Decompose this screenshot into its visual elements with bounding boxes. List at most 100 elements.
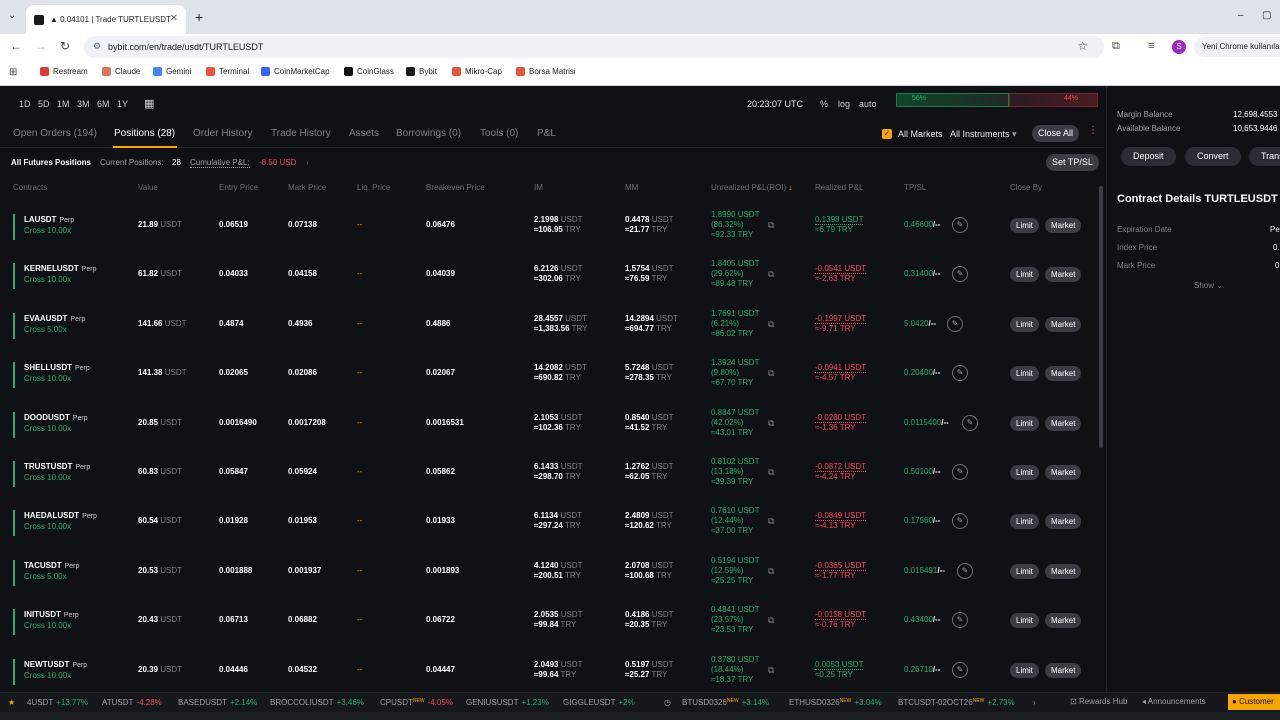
reload-icon[interactable]: ↻	[60, 39, 70, 53]
close-all-button[interactable]: Close All	[1032, 125, 1080, 142]
maximize-icon[interactable]: ▢	[1262, 10, 1271, 21]
limit-close-button[interactable]: Limit	[1010, 267, 1039, 283]
contract-cell[interactable]: DOODUSDT Perp Cross 10.00x	[24, 413, 88, 434]
site-info-icon[interactable]: ⚙	[93, 41, 101, 52]
tpsl-cell[interactable]: 0.43400/--	[904, 615, 940, 625]
market-close-button[interactable]: Market	[1045, 218, 1082, 233]
bookmark-borsa-matrisi[interactable]: Borsa Matrisi	[516, 67, 576, 76]
show-more-toggle[interactable]: Show ⌄	[1194, 281, 1223, 290]
contract-cell[interactable]: LAUSDT Perp Cross 10.00x	[24, 215, 74, 236]
bookmark-claude[interactable]: Claude	[102, 67, 140, 76]
chevron-right-icon[interactable]: ›	[306, 158, 309, 167]
extensions-icon[interactable]: ⧉	[1112, 40, 1120, 53]
leverage-label[interactable]: Cross 10.00x	[24, 522, 71, 531]
back-icon[interactable]: ←	[10, 39, 22, 53]
market-close-button[interactable]: Market	[1045, 563, 1082, 579]
contract-symbol[interactable]: SHELLUSDT	[24, 363, 72, 372]
market-close-button[interactable]: Market	[1045, 465, 1082, 480]
ticker-item[interactable]: BTCUSDT-02OCT26NEW +2.73%	[898, 698, 1015, 707]
realized-pnl-cell[interactable]: -0.0872 USDT ≈-4.24 TRY	[815, 462, 867, 482]
timeframe-3m[interactable]: 3M	[77, 99, 90, 109]
cumulative-pnl-value[interactable]: -8.50 USD	[259, 158, 296, 167]
edit-tpsl-icon[interactable]: ✎	[962, 414, 978, 431]
minimize-icon[interactable]: –	[1238, 10, 1244, 21]
all-futures-positions[interactable]: All Futures Positions	[11, 158, 91, 167]
apps-grid-icon[interactable]: ⊞	[9, 67, 17, 78]
col-value[interactable]: Value	[138, 183, 158, 192]
edit-tpsl-icon[interactable]: ✎	[952, 217, 968, 233]
utc-clock[interactable]: 20:23:07 UTC	[747, 99, 803, 109]
edit-tpsl-icon[interactable]: ✎	[947, 315, 963, 332]
contract-cell[interactable]: INITUSDT Perp Cross 10.00x	[24, 610, 79, 631]
tab-tools[interactable]: Tools (0)	[480, 128, 518, 139]
tab-open-orders[interactable]: Open Orders (194)	[13, 128, 97, 139]
convert-button[interactable]: Convert	[1185, 147, 1241, 166]
tab-pnl[interactable]: P&L	[537, 128, 556, 139]
media-icon[interactable]: ≡	[1148, 40, 1154, 52]
edit-tpsl-icon[interactable]: ✎	[952, 513, 968, 530]
limit-close-button[interactable]: Limit	[1010, 316, 1039, 332]
realized-pnl-cell[interactable]: 0.1398 USDT ≈6.79 TRY	[815, 215, 864, 235]
contract-cell[interactable]: NEWTUSDT Perp Cross 10.00x	[24, 660, 87, 681]
share-pnl-icon[interactable]: ⧉	[768, 269, 774, 280]
leverage-label[interactable]: Cross 10.00x	[24, 226, 71, 235]
leverage-label[interactable]: Cross 10.00x	[24, 671, 71, 680]
timeframe-1d[interactable]: 1D	[19, 99, 31, 109]
limit-close-button[interactable]: Limit	[1010, 366, 1039, 382]
contract-symbol[interactable]: NEWTUSDT	[24, 660, 69, 669]
market-close-button[interactable]: Market	[1045, 267, 1082, 283]
share-pnl-icon[interactable]: ⧉	[768, 566, 774, 577]
realized-pnl-cell[interactable]: -0.0849 USDT ≈-4.13 TRY	[815, 511, 867, 531]
share-pnl-icon[interactable]: ⧉	[768, 418, 774, 429]
limit-close-button[interactable]: Limit	[1010, 563, 1039, 579]
contract-symbol[interactable]: HAEDALUSDT	[24, 511, 79, 520]
col-unrealized-pnl[interactable]: Unrealized P&L(ROI) ↓	[711, 183, 792, 192]
market-close-button[interactable]: Market	[1045, 662, 1082, 678]
leverage-label[interactable]: Cross 10.00x	[24, 374, 71, 383]
percent-toggle[interactable]: %	[820, 99, 828, 109]
tpsl-cell[interactable]: 5.0420/--	[904, 319, 936, 329]
ticker-item[interactable]: GENIUSUSDT +1.23%	[466, 698, 549, 707]
realized-pnl-cell[interactable]: -0.0365 USDT ≈-1.77 TRY	[815, 560, 867, 581]
contract-cell[interactable]: TRUSTUSDT Perp Cross 10.00x	[24, 462, 90, 483]
limit-close-button[interactable]: Limit	[1010, 613, 1039, 629]
leverage-label[interactable]: Cross 10.00x	[24, 621, 71, 630]
leverage-label[interactable]: Cross 10.00x	[24, 424, 71, 433]
tab-order-history[interactable]: Order History	[193, 128, 252, 139]
share-pnl-icon[interactable]: ⧉	[768, 220, 774, 231]
ticker-item[interactable]: BROCCOLIUSDT +3.46%	[270, 698, 364, 707]
share-pnl-icon[interactable]: ⧉	[768, 615, 774, 626]
tpsl-cell[interactable]: 0.17560/--	[904, 516, 940, 526]
share-pnl-icon[interactable]: ⧉	[768, 319, 774, 330]
contract-cell[interactable]: EVAAUSDT Perp Cross 5.00x	[24, 314, 85, 335]
bookmark-coinmarketcap[interactable]: CoinMarketCap	[261, 67, 330, 76]
contract-cell[interactable]: KERNELUSDT Perp Cross 10.00x	[24, 264, 96, 285]
realized-pnl-cell[interactable]: -0.0280 USDT ≈-1.36 TRY	[815, 412, 867, 433]
tpsl-cell[interactable]: 0.0115400/--	[904, 418, 949, 428]
new-tab-icon[interactable]: +	[195, 9, 203, 25]
url-field[interactable]: ⚙ bybit.com/en/trade/usdt/TURTLEUSDT ☆	[84, 36, 1104, 58]
contract-symbol[interactable]: TACUSDT	[24, 561, 62, 570]
contract-symbol[interactable]: INITUSDT	[24, 610, 61, 619]
bookmark-mikro-cap[interactable]: Mikro-Cap	[452, 67, 502, 76]
bookmark-restream[interactable]: Restream	[40, 67, 88, 76]
set-tpsl-button[interactable]: Set TP/SL	[1046, 154, 1099, 171]
market-close-button[interactable]: Market	[1045, 366, 1082, 382]
tpsl-cell[interactable]: 0.26710/--	[904, 665, 940, 675]
market-close-button[interactable]: Market	[1045, 316, 1082, 332]
limit-close-button[interactable]: Limit	[1010, 465, 1039, 480]
contract-symbol[interactable]: LAUSDT	[24, 215, 56, 224]
customer-support-button[interactable]: ● Customer	[1228, 694, 1280, 710]
date-range-icon[interactable]: ▦	[144, 97, 154, 110]
ticker-item[interactable]: CPUSDTNEW -4.05%	[380, 698, 453, 707]
ticker-item[interactable]: BTUSD0326NEW +3.14%	[682, 698, 769, 707]
leverage-label[interactable]: Cross 5.00x	[24, 572, 67, 581]
ticker-item[interactable]: BASEDUSDT +2.14%	[178, 698, 257, 707]
transfer-button[interactable]: Trans	[1249, 147, 1280, 166]
edit-tpsl-icon[interactable]: ✎	[952, 365, 968, 382]
more-options-icon[interactable]: ⋮	[1088, 125, 1098, 136]
close-tab-icon[interactable]: ✕	[170, 13, 178, 24]
bookmark-bybit[interactable]: Bybit	[406, 67, 437, 76]
tpsl-cell[interactable]: 0.31400/--	[904, 269, 940, 279]
share-pnl-icon[interactable]: ⧉	[768, 467, 774, 478]
